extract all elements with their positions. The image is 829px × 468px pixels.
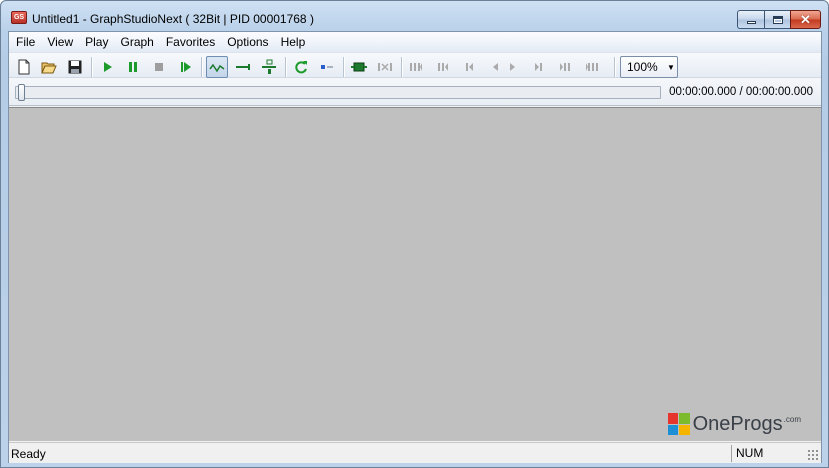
toolbar: 100% ▼ (9, 52, 821, 78)
title-bar[interactable]: GS Untitled1 - GraphStudioNext ( 32Bit |… (1, 1, 828, 31)
new-button[interactable] (13, 56, 35, 78)
num-lock-indicator: NUM (731, 445, 795, 462)
insert-filter-icon (351, 62, 367, 72)
connect-mode-button[interactable] (206, 56, 228, 78)
frame-forward-button[interactable] (528, 56, 550, 78)
menu-view[interactable]: View (41, 32, 79, 52)
frame-back-far-icon (410, 63, 422, 71)
insert-filter-button[interactable] (348, 56, 370, 78)
seek-slider[interactable] (15, 84, 661, 101)
play-icon (104, 62, 112, 72)
logo-square-green (679, 413, 690, 424)
toolbar-separator (285, 57, 286, 77)
status-text: Ready (11, 447, 46, 461)
menu-play[interactable]: Play (79, 32, 114, 52)
toolbar-separator (343, 57, 344, 77)
toolbar-separator (401, 57, 402, 77)
intelligent-connect-icon (262, 59, 276, 74)
frame-step-back-icon (493, 63, 498, 71)
zoom-value: 100% (627, 60, 658, 74)
minimize-icon (746, 21, 756, 24)
graph-canvas[interactable]: OneProgs .com (9, 107, 821, 441)
step-forward-icon (181, 62, 191, 72)
frame-forward-mid-icon (560, 63, 570, 71)
oneprogs-logo-icon (667, 413, 690, 435)
open-folder-icon (41, 62, 57, 74)
graphstudio-app-icon[interactable]: GS (11, 11, 27, 24)
caption-buttons: ✕ (737, 10, 821, 29)
seek-toggle-icon (321, 65, 333, 69)
frame-back-icon (466, 63, 473, 71)
zoom-dropdown[interactable]: 100% ▼ (620, 56, 678, 78)
refresh-button[interactable] (290, 56, 312, 78)
frame-back-mid-button[interactable] (432, 56, 454, 78)
open-button[interactable] (38, 56, 60, 78)
frame-step-forward-button[interactable] (502, 56, 524, 78)
resize-grip-icon[interactable] (807, 449, 819, 461)
time-display: 00:00:00.000 / 00:00:00.000 (669, 86, 813, 98)
close-icon: ✕ (800, 12, 811, 27)
menu-help[interactable]: Help (275, 32, 312, 52)
remove-filter-button[interactable] (374, 56, 396, 78)
seek-toggle-button[interactable] (316, 56, 338, 78)
step-forward-button[interactable] (174, 56, 196, 78)
direct-connect-button[interactable] (232, 56, 254, 78)
frame-step-forward-icon (510, 63, 515, 71)
menu-options[interactable]: Options (221, 32, 274, 52)
logo-square-red (667, 413, 679, 424)
frame-back-mid-icon (438, 63, 448, 71)
frame-back-button[interactable] (458, 56, 480, 78)
logo-square-yellow (679, 424, 690, 435)
save-button[interactable] (64, 56, 86, 78)
oneprogs-logo: OneProgs .com (667, 413, 801, 435)
maximize-button[interactable] (764, 10, 790, 29)
toolbar-separator (91, 57, 92, 77)
menu-favorites[interactable]: Favorites (160, 32, 221, 52)
app-window: GS Untitled1 - GraphStudioNext ( 32Bit |… (0, 0, 829, 468)
stop-icon (155, 63, 163, 71)
menu-file[interactable]: File (10, 32, 41, 52)
seek-bar-row: 00:00:00.000 / 00:00:00.000 (9, 78, 821, 106)
window-title: Untitled1 - GraphStudioNext ( 32Bit | PI… (32, 12, 314, 26)
frame-forward-far-button[interactable] (580, 56, 602, 78)
frame-back-far-button[interactable] (406, 56, 428, 78)
new-file-icon (18, 59, 30, 75)
minimize-button[interactable] (737, 10, 764, 29)
menu-bar: File View Play Graph Favorites Options H… (9, 32, 821, 52)
toolbar-separator (201, 57, 202, 77)
logo-text: OneProgs (692, 413, 783, 435)
connect-mode-icon (209, 63, 225, 73)
logo-square-blue (667, 424, 679, 435)
refresh-icon (295, 61, 307, 74)
maximize-icon (772, 15, 783, 24)
frame-forward-far-icon (586, 63, 598, 71)
save-icon (68, 60, 82, 74)
frame-forward-mid-button[interactable] (554, 56, 576, 78)
play-button[interactable] (96, 56, 118, 78)
close-button[interactable]: ✕ (790, 10, 821, 29)
direct-connect-icon (236, 64, 250, 70)
chevron-down-icon: ▼ (667, 62, 675, 72)
remove-filter-icon (378, 63, 392, 71)
menu-graph[interactable]: Graph (114, 32, 159, 52)
stop-button[interactable] (148, 56, 170, 78)
client-area: File View Play Graph Favorites Options H… (8, 31, 822, 463)
pause-button[interactable] (122, 56, 144, 78)
frame-forward-icon (535, 63, 542, 71)
seek-slider-thumb[interactable] (18, 84, 25, 101)
toolbar-separator (614, 57, 615, 77)
intelligent-connect-button[interactable] (258, 56, 280, 78)
status-bar: Ready NUM (9, 442, 821, 463)
logo-suffix: .com (783, 415, 801, 424)
pause-icon (129, 62, 137, 72)
